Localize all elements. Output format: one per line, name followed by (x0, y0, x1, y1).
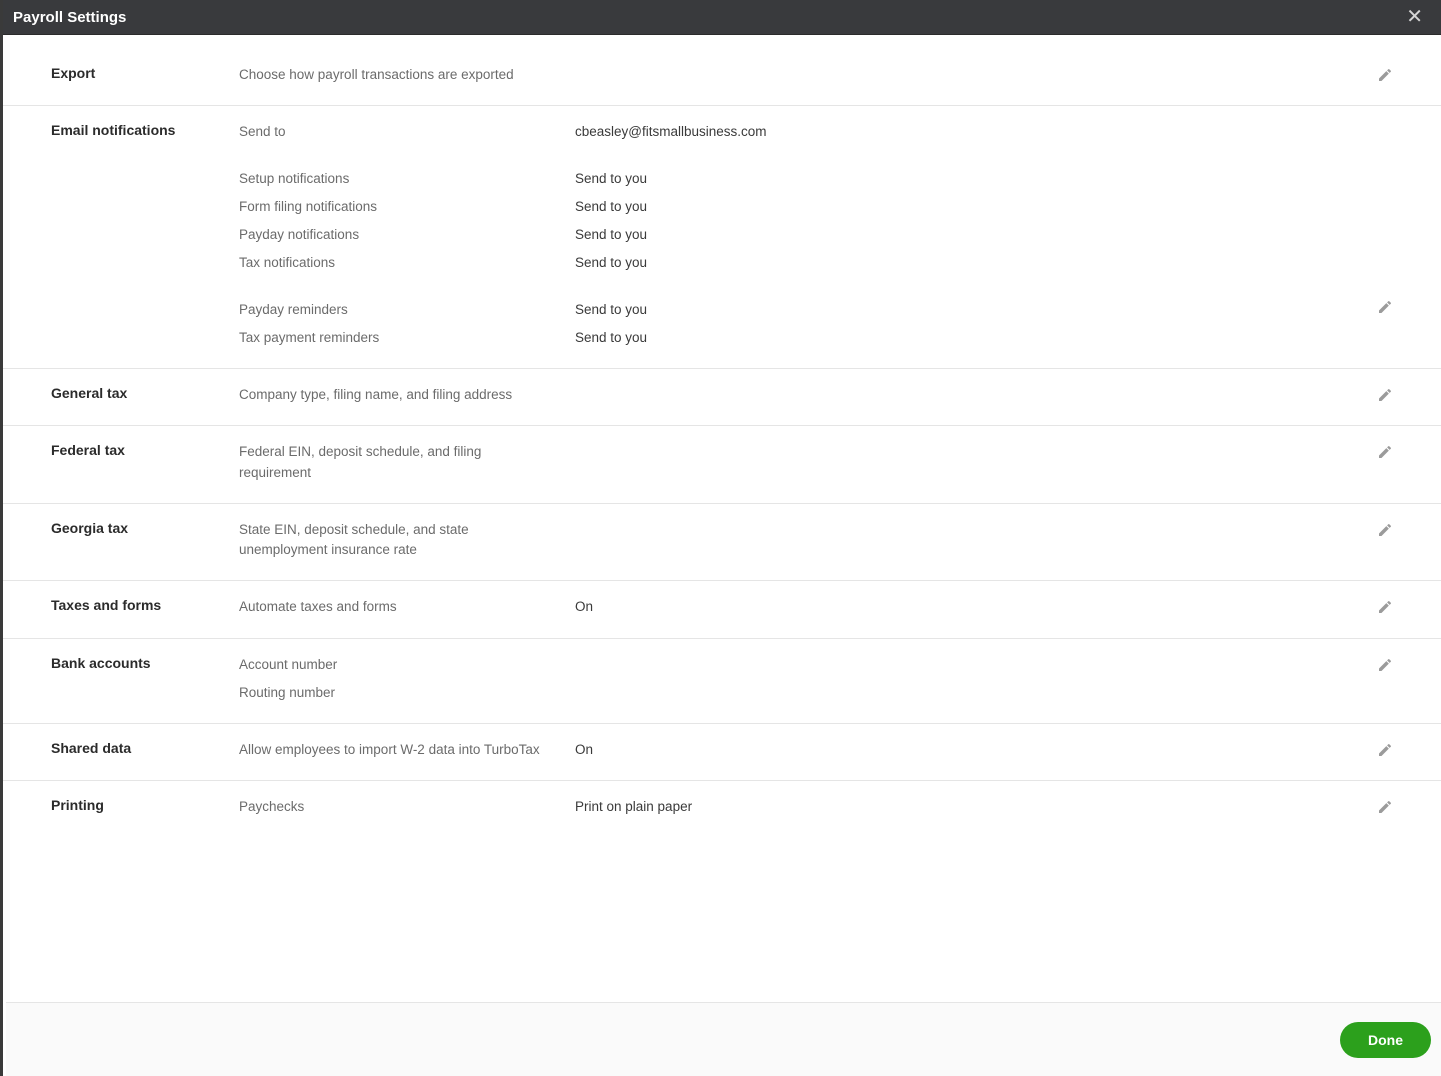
modal-title: Payroll Settings (13, 9, 126, 26)
account-number-label: Account number (239, 655, 575, 675)
paychecks-label: Paychecks (239, 797, 575, 817)
pencil-icon[interactable] (1377, 522, 1393, 538)
settings-content: Export Choose how payroll transactions a… (3, 35, 1441, 1002)
section-general-tax: General tax Company type, filing name, a… (3, 369, 1441, 426)
pencil-icon[interactable] (1377, 599, 1393, 615)
section-georgia-tax: Georgia tax State EIN, deposit schedule,… (3, 504, 1441, 582)
pencil-icon[interactable] (1377, 299, 1393, 315)
section-printing: Printing Paychecks Print on plain paper (3, 781, 1441, 837)
notification-label: Payday notifications (239, 225, 575, 245)
section-title-export: Export (51, 65, 239, 89)
pencil-icon[interactable] (1377, 387, 1393, 403)
reminder-label: Tax payment reminders (239, 328, 575, 348)
notification-value: Send to you (575, 169, 647, 189)
section-shared-data: Shared data Allow employees to import W-… (3, 724, 1441, 781)
pencil-icon[interactable] (1377, 67, 1393, 83)
georgia-tax-description: State EIN, deposit schedule, and state u… (239, 520, 519, 561)
reminder-value: Send to you (575, 300, 647, 320)
modal-header: Payroll Settings ✕ (3, 0, 1441, 35)
modal-footer: Done (6, 1002, 1441, 1076)
done-button[interactable]: Done (1340, 1022, 1431, 1058)
section-title-email: Email notifications (51, 122, 239, 352)
notification-label: Setup notifications (239, 169, 575, 189)
federal-tax-description: Federal EIN, deposit schedule, and filin… (239, 442, 519, 483)
section-bank-accounts: Bank accounts Account number Routing num… (3, 639, 1441, 725)
pencil-icon[interactable] (1377, 657, 1393, 673)
routing-number-label: Routing number (239, 683, 575, 703)
section-export: Export Choose how payroll transactions a… (3, 35, 1441, 106)
automate-label: Automate taxes and forms (239, 597, 575, 617)
turbotax-value: On (575, 740, 593, 760)
reminder-label: Payday reminders (239, 300, 575, 320)
send-to-value: cbeasley@fitsmallbusiness.com (575, 122, 767, 142)
notification-label: Form filing notifications (239, 197, 575, 217)
notification-value: Send to you (575, 253, 647, 273)
section-federal-tax: Federal tax Federal EIN, deposit schedul… (3, 426, 1441, 504)
section-email-notifications: Email notifications Send to cbeasley@fit… (3, 106, 1441, 369)
close-icon[interactable]: ✕ (1400, 5, 1429, 29)
pencil-icon[interactable] (1377, 742, 1393, 758)
notification-label: Tax notifications (239, 253, 575, 273)
turbotax-label: Allow employees to import W-2 data into … (239, 740, 575, 760)
section-title-printing: Printing (51, 797, 239, 821)
section-title-shared: Shared data (51, 740, 239, 764)
section-title-federal-tax: Federal tax (51, 442, 239, 487)
export-description: Choose how payroll transactions are expo… (239, 65, 514, 85)
section-title-bank: Bank accounts (51, 655, 239, 708)
notification-value: Send to you (575, 225, 647, 245)
section-title-general-tax: General tax (51, 385, 239, 409)
section-taxes-forms: Taxes and forms Automate taxes and forms… (3, 581, 1441, 638)
paychecks-value: Print on plain paper (575, 797, 692, 817)
send-to-label: Send to (239, 122, 575, 142)
general-tax-description: Company type, filing name, and filing ad… (239, 385, 512, 405)
section-title-taxes-forms: Taxes and forms (51, 597, 239, 621)
pencil-icon[interactable] (1377, 444, 1393, 460)
automate-value: On (575, 597, 593, 617)
section-title-georgia-tax: Georgia tax (51, 520, 239, 565)
notification-value: Send to you (575, 197, 647, 217)
pencil-icon[interactable] (1377, 799, 1393, 815)
reminder-value: Send to you (575, 328, 647, 348)
